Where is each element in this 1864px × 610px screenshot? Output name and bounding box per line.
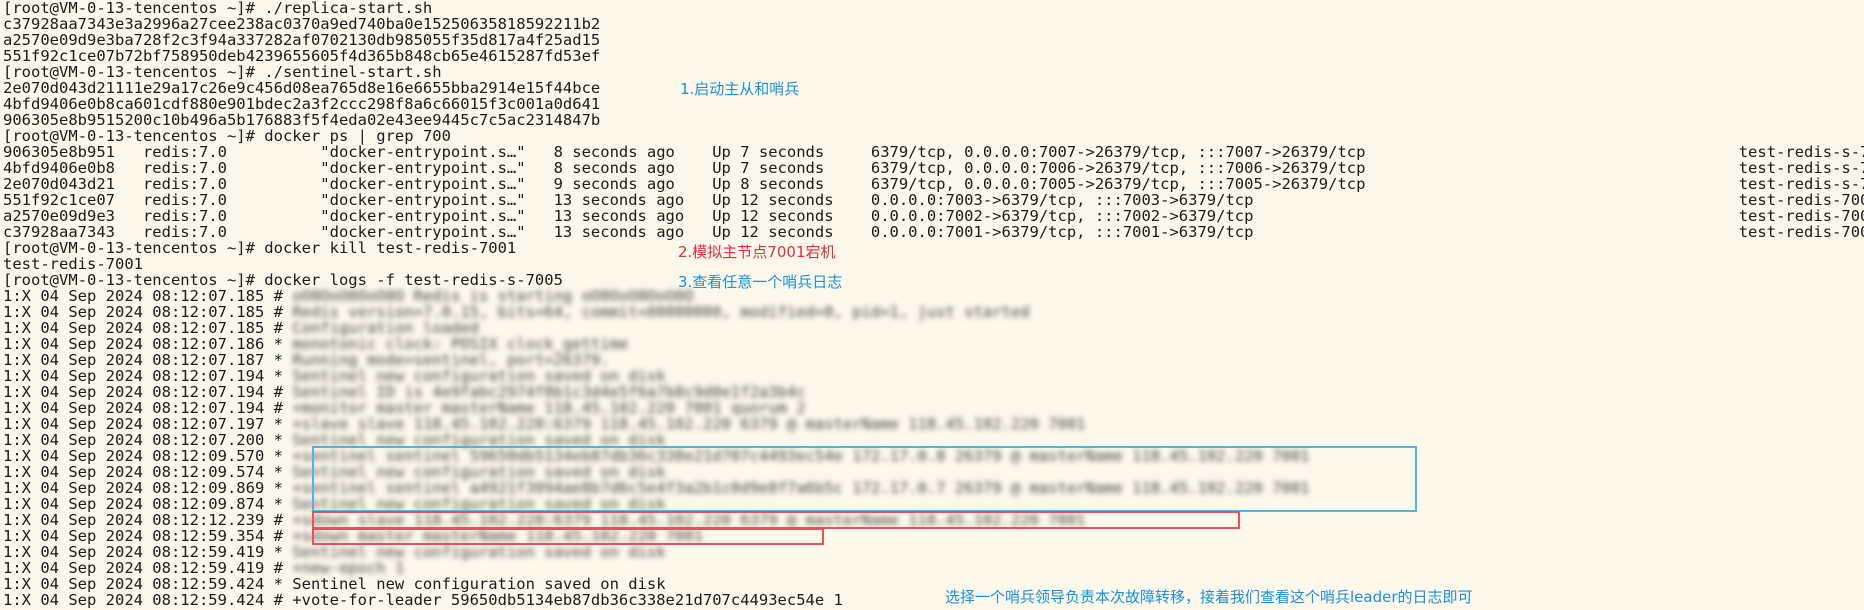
terminal-line: 4bfd9406e0b8 redis:7.0 "docker-entrypoin… — [3, 160, 1864, 176]
highlight-box-sdown-master — [312, 528, 824, 545]
terminal-line: c37928aa7343e3a2996a27cee238ac0370a9ed74… — [3, 16, 600, 32]
annotation-start-master-slave-sentinel: 1.启动主从和哨兵 — [680, 80, 800, 98]
terminal-line: 4bfd9406e0b8ca601cdf880e901bdec2a3f2ccc2… — [3, 96, 600, 112]
highlight-box-sentinel-discovery — [312, 446, 1417, 512]
terminal-line: [root@VM-0-13-tencentos ~]# ./sentinel-s… — [3, 64, 442, 80]
terminal-line: a2570e09d9e3ba728f2c3f94a337282af0702130… — [3, 32, 600, 48]
annotation-select-sentinel-leader: 选择一个哨兵领导负责本次故障转移，接着我们查看这个哨兵leader的日志即可 — [945, 588, 1473, 606]
terminal-line: 1:X 04 Sep 2024 08:12:07.187 * Running m… — [3, 352, 610, 368]
terminal-line: 1:X 04 Sep 2024 08:12:07.194 * Sentinel … — [3, 368, 666, 384]
terminal-line: 551f92c1ce07b72bf758950deb4239655605f4d3… — [3, 48, 600, 64]
terminal-line: 1:X 04 Sep 2024 08:12:59.424 * Sentinel … — [3, 576, 666, 592]
terminal-line: 1:X 04 Sep 2024 08:12:59.419 # +new-epoc… — [3, 560, 404, 576]
terminal-line: 1:X 04 Sep 2024 08:12:07.185 # Redis ver… — [3, 304, 1030, 320]
terminal-line: 1:X 04 Sep 2024 08:12:07.186 * monotonic… — [3, 336, 628, 352]
terminal-line: 1:X 04 Sep 2024 08:12:07.185 # Configura… — [3, 320, 479, 336]
highlight-box-sdown-slave — [312, 511, 1240, 529]
terminal-line: 906305e8b951 redis:7.0 "docker-entrypoin… — [3, 144, 1864, 160]
terminal-line: [root@VM-0-13-tencentos ~]# docker kill … — [3, 240, 516, 256]
annotation-simulate-master-down: 2.模拟主节点7001宕机 — [678, 243, 836, 261]
terminal-line: 1:X 04 Sep 2024 08:12:07.185 # oO0OoO0Oo… — [3, 288, 694, 304]
terminal-line: 2e070d043d21 redis:7.0 "docker-entrypoin… — [3, 176, 1864, 192]
terminal-line: 1:X 04 Sep 2024 08:12:07.194 # +monitor … — [3, 400, 806, 416]
terminal-line: test-redis-7001 — [3, 256, 143, 272]
annotation-view-sentinel-log: 3.查看任意一个哨兵日志 — [678, 273, 843, 291]
terminal-line: 2e070d043d21111e29a17c26e9c456d08ea765d8… — [3, 80, 600, 96]
terminal-line-text: 1:X 04 Sep 2024 08:12:59.424 # +vote-for… — [3, 591, 843, 609]
terminal-line: 1:X 04 Sep 2024 08:12:07.194 # Sentinel … — [3, 384, 806, 400]
terminal-line: [root@VM-0-13-tencentos ~]# ./replica-st… — [3, 0, 432, 16]
terminal-line: c37928aa7343 redis:7.0 "docker-entrypoin… — [3, 224, 1864, 240]
terminal-line: 906305e8b9515200c10b496a5b176883f5f4eda0… — [3, 112, 600, 128]
terminal-line: [root@VM-0-13-tencentos ~]# docker ps | … — [3, 128, 451, 144]
terminal-line: a2570e09d9e3 redis:7.0 "docker-entrypoin… — [3, 208, 1864, 224]
terminal-line: 1:X 04 Sep 2024 08:12:59.419 * Sentinel … — [3, 544, 666, 560]
terminal-line: 1:X 04 Sep 2024 08:12:07.197 * +slave sl… — [3, 416, 1086, 432]
terminal-line: 551f92c1ce07 redis:7.0 "docker-entrypoin… — [3, 192, 1864, 208]
terminal-line: 1:X 04 Sep 2024 08:12:59.424 # +vote-for… — [3, 592, 843, 608]
terminal-line: [root@VM-0-13-tencentos ~]# docker logs … — [3, 272, 563, 288]
